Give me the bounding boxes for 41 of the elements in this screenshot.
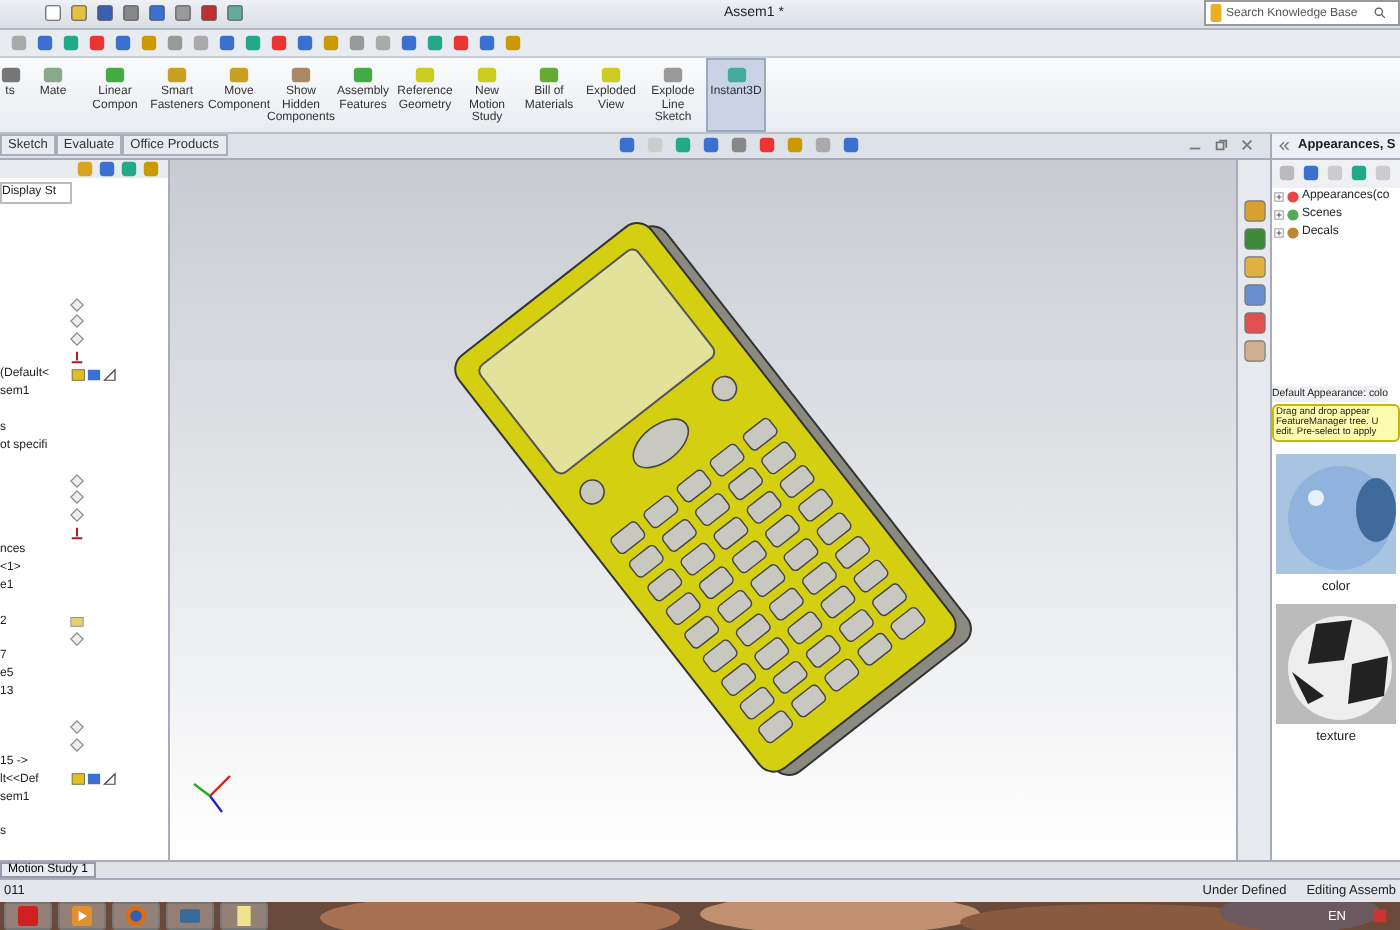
folder-icon xyxy=(70,614,84,629)
task-pane-tab-icon[interactable] xyxy=(1243,339,1265,362)
collapse-icon[interactable] xyxy=(1278,139,1290,152)
hidden-component-icon xyxy=(70,631,84,646)
tool-icon xyxy=(414,64,436,87)
tool-icon xyxy=(600,64,622,87)
tool-icon xyxy=(42,64,64,87)
media-player-icon xyxy=(72,906,92,926)
tool-icon xyxy=(725,64,747,87)
search-icon[interactable] xyxy=(1374,4,1386,23)
tool-icon xyxy=(0,64,21,87)
app-icon xyxy=(18,906,38,926)
expand-icon[interactable] xyxy=(1274,209,1284,220)
tool-icon xyxy=(166,64,188,87)
close-icon[interactable] xyxy=(1240,138,1254,153)
task-pane-tab-icon[interactable] xyxy=(1243,227,1265,250)
task-pane-tab-icon[interactable] xyxy=(1243,311,1265,334)
video-icon xyxy=(180,906,200,926)
tool-icon xyxy=(290,64,312,87)
task-pane-tab-icon[interactable] xyxy=(1243,283,1265,306)
taskbar-button[interactable] xyxy=(220,902,268,930)
mate-icon xyxy=(70,526,84,541)
tool-icon xyxy=(104,64,126,87)
tool-icon xyxy=(352,64,374,87)
knowledge-base-icon xyxy=(1210,4,1222,23)
tool-icon xyxy=(538,64,560,87)
expand-icon[interactable] xyxy=(1274,191,1284,202)
tool-icon xyxy=(228,64,250,87)
tool-icon xyxy=(662,64,684,87)
restore-icon[interactable] xyxy=(1214,138,1228,153)
tool-icon xyxy=(476,64,498,87)
taskbar-button[interactable] xyxy=(58,902,106,930)
mate-icon xyxy=(70,350,84,365)
task-pane-tab-icon[interactable] xyxy=(1243,255,1265,278)
component-state-icon xyxy=(70,772,118,787)
component-state-icon xyxy=(70,367,118,382)
axis-triad-icon xyxy=(193,774,231,813)
browser-icon xyxy=(126,906,146,926)
task-pane-tab-icon[interactable] xyxy=(1243,199,1265,222)
expand-icon[interactable] xyxy=(1274,227,1284,238)
notepad-icon xyxy=(234,906,254,926)
